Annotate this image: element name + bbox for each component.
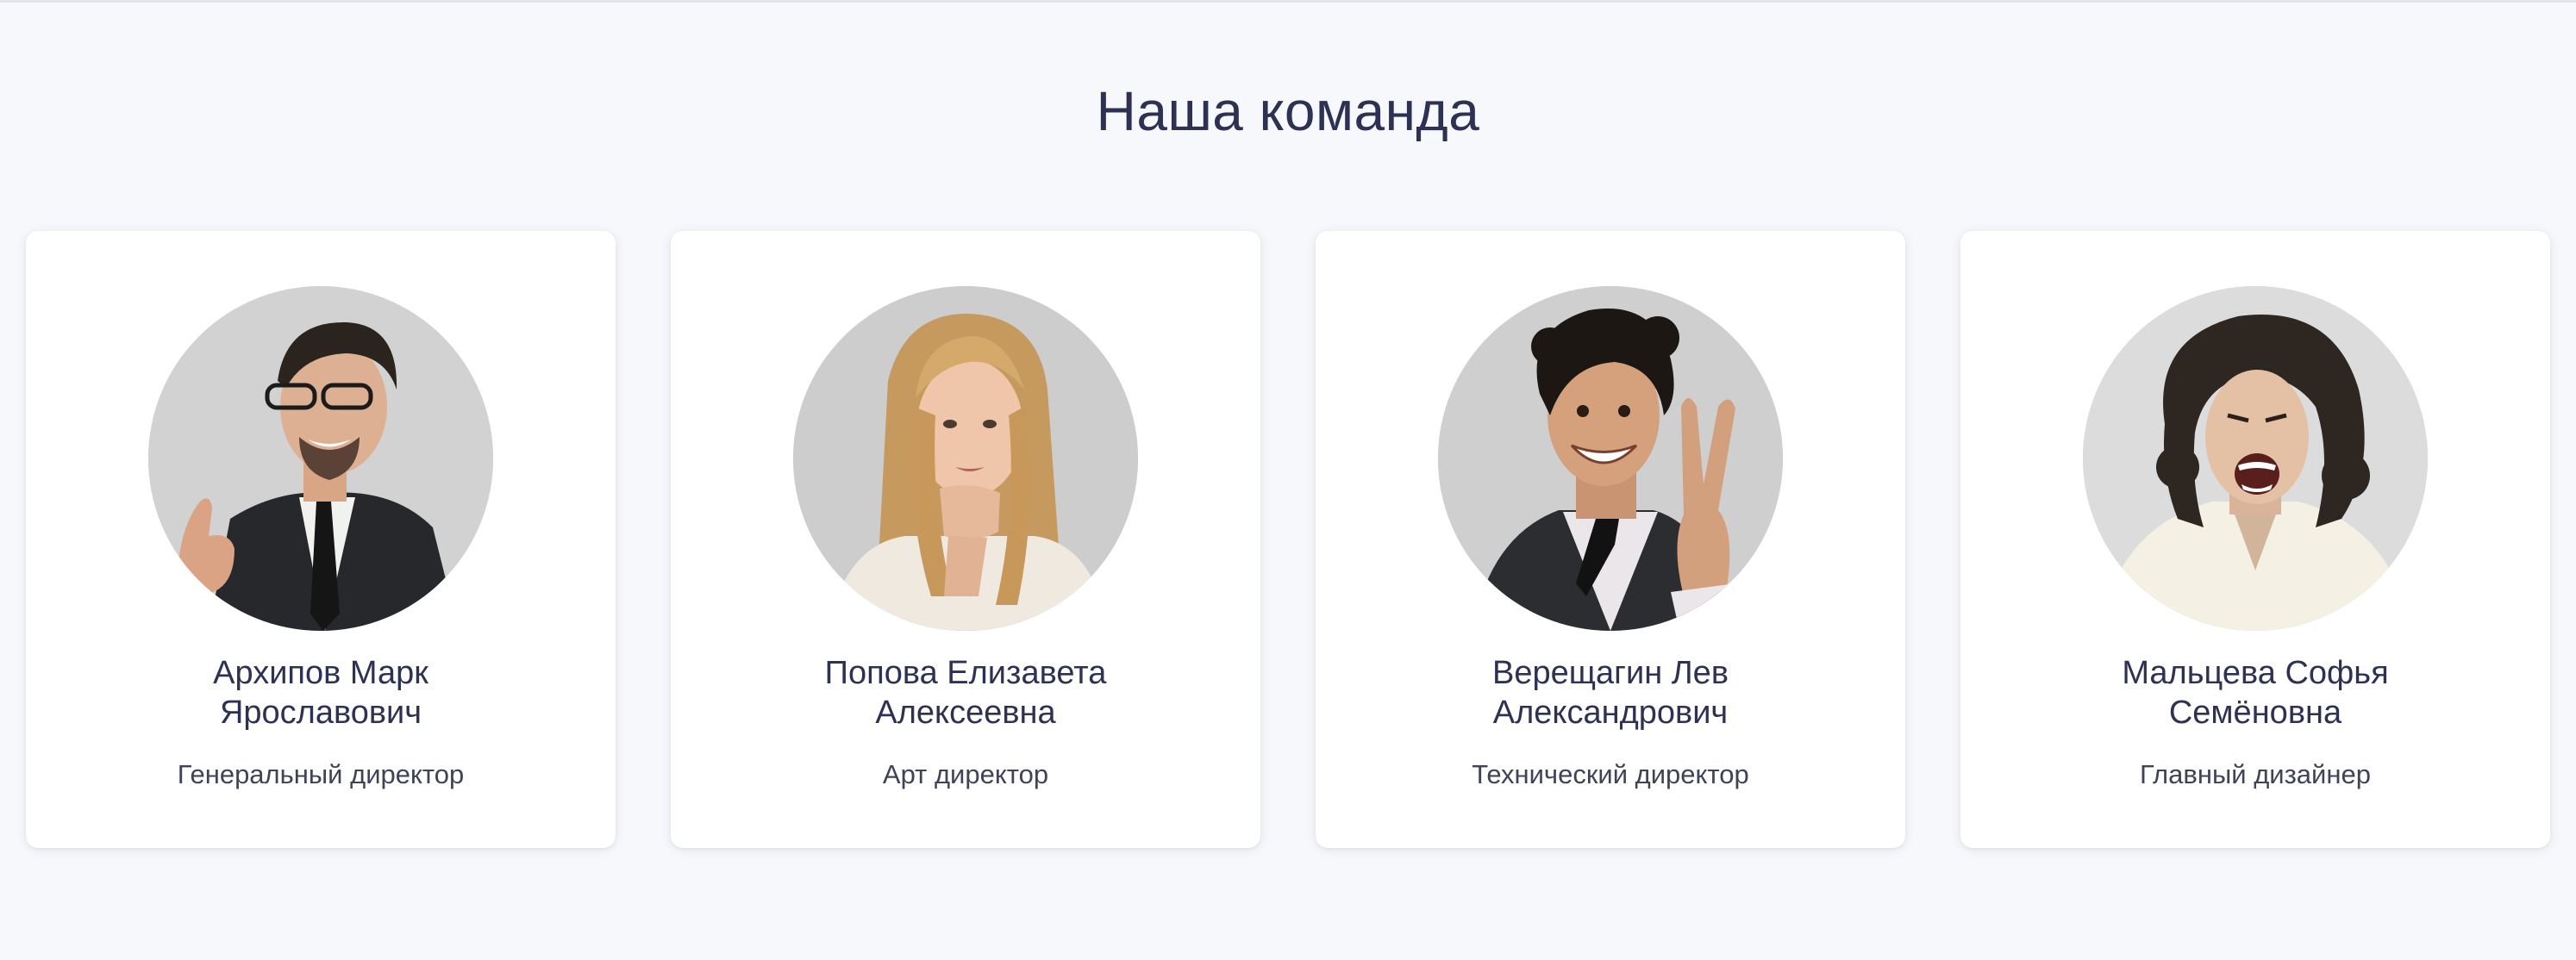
team-card: Архипов Марк Ярославович Генеральный дир… (26, 231, 616, 848)
member-name-line2: Семёновна (2168, 695, 2342, 731)
team-card: Верещагин Лев Александрович Технический … (1316, 231, 1905, 848)
member-name-line2: Ярославович (219, 695, 422, 731)
avatar (1438, 286, 1783, 631)
member-name-line1: Архипов Марк (213, 655, 428, 691)
member-role: Технический директор (1472, 759, 1749, 789)
person-photo-thinking-icon (793, 286, 1138, 631)
team-card: Попова Елизавета Алексеевна Арт директор (671, 231, 1260, 848)
team-cards: Архипов Марк Ярославович Генеральный дир… (26, 231, 2550, 848)
person-photo-screaming-icon (2083, 286, 2428, 631)
avatar (148, 286, 493, 631)
person-photo-peace-sign-icon (1438, 286, 1783, 631)
person-photo-thumbs-up-icon (148, 286, 493, 631)
member-role: Арт директор (882, 759, 1049, 789)
member-name-line2: Алексеевна (875, 695, 1056, 731)
team-card: Мальцева Софья Семёновна Главный дизайне… (1960, 231, 2550, 848)
member-name-line1: Верещагин Лев (1491, 655, 1729, 691)
member-name: Верещагин Лев Александрович (1350, 653, 1871, 732)
section-title: Наша команда (1096, 80, 1480, 142)
top-divider (0, 0, 2576, 3)
avatar (793, 286, 1138, 631)
member-name: Мальцева Софья Семёновна (1995, 653, 2516, 732)
member-name: Попова Елизавета Алексеевна (705, 653, 1226, 732)
member-name-line1: Мальцева Софья (2122, 655, 2389, 691)
member-name-line1: Попова Елизавета (824, 655, 1107, 691)
member-name-line2: Александрович (1492, 695, 1729, 731)
member-name: Архипов Марк Ярославович (60, 653, 581, 732)
avatar (2083, 286, 2428, 631)
member-role: Главный дизайнер (2140, 759, 2371, 789)
member-role: Генеральный директор (177, 759, 465, 789)
